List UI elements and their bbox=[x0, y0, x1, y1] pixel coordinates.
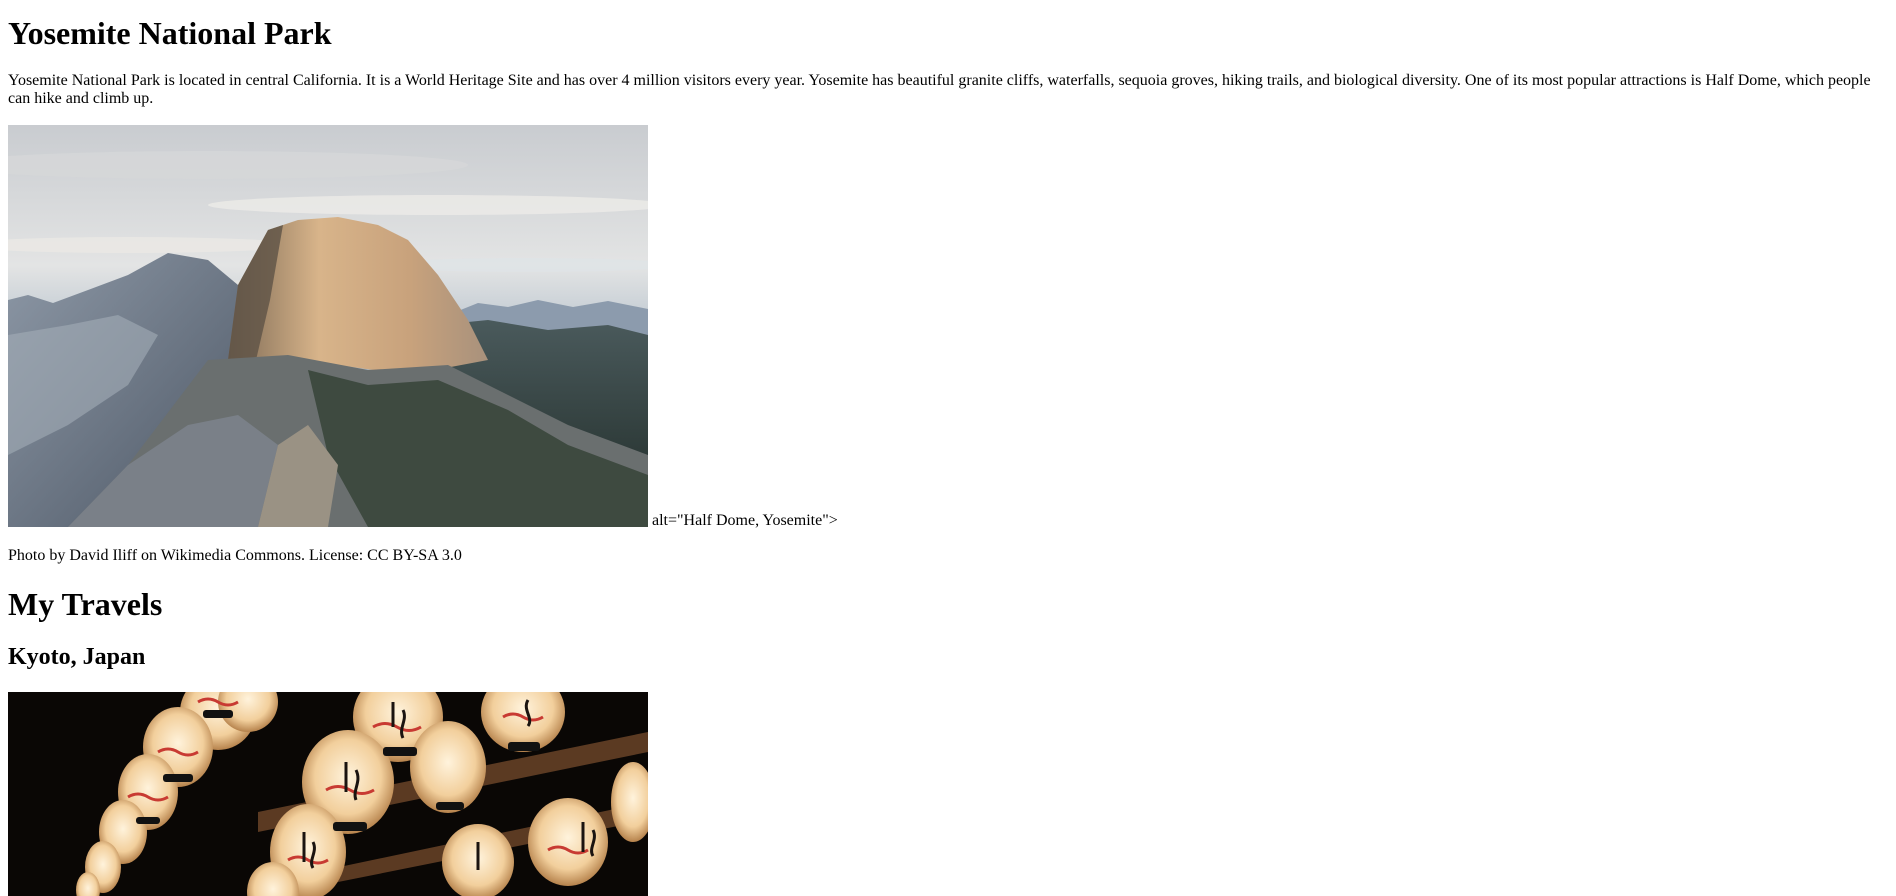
half-dome-photo bbox=[8, 125, 648, 527]
photo-credit: Photo by David Iliff on Wikimedia Common… bbox=[8, 547, 462, 564]
intro-paragraph: Yosemite National Park is located in cen… bbox=[8, 72, 1871, 107]
section-heading: My Travels bbox=[8, 586, 163, 622]
kyoto-lanterns-photo bbox=[8, 692, 648, 896]
subsection-heading: Kyoto, Japan bbox=[8, 644, 146, 670]
page-title: Yosemite National Park bbox=[8, 15, 332, 51]
image-alt-text-artifact: alt="Half Dome, Yosemite"> bbox=[652, 512, 838, 529]
